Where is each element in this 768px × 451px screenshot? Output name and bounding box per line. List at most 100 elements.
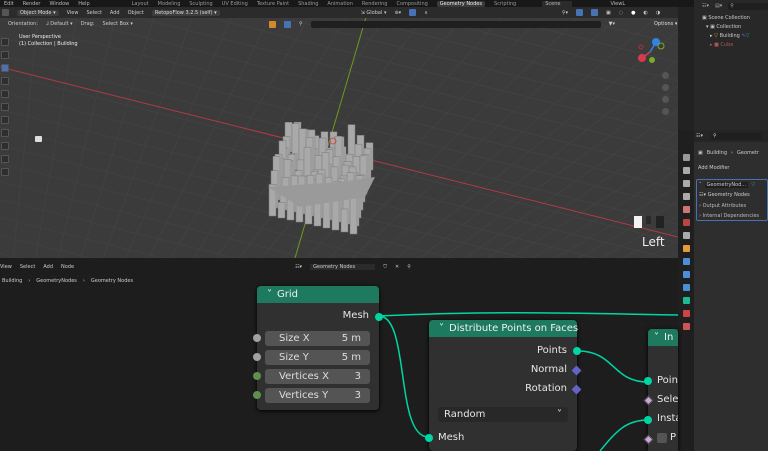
output-tab-icon[interactable] [682, 180, 690, 187]
vertices-y-socket[interactable] [253, 391, 261, 399]
options-button[interactable]: Options ▾ [651, 21, 681, 27]
pivot-icon[interactable]: ⊚▾ [394, 10, 401, 16]
menu-add[interactable]: Add [43, 264, 53, 270]
mesh-input-socket[interactable] [425, 434, 433, 442]
close-icon[interactable]: ✕ [395, 264, 399, 270]
collapse-icon[interactable]: ˅ [267, 289, 272, 300]
tab-rendering[interactable]: Rendering [362, 1, 388, 7]
outliner-item-collection[interactable]: ▾ ▣ Collection [702, 23, 768, 32]
editor-type-icon[interactable] [2, 9, 9, 16]
shading-solid-icon[interactable]: ● [631, 10, 635, 16]
shading-rendered-icon[interactable]: ◑ [656, 10, 660, 16]
modifier-tab-icon[interactable] [682, 258, 690, 265]
node-header[interactable]: ˅ In [648, 329, 678, 346]
tab-uv-editing[interactable]: UV Editing [222, 1, 248, 7]
data-tab-icon[interactable] [682, 297, 690, 304]
tab-modeling[interactable]: Modeling [158, 1, 181, 7]
tab-sculpting[interactable]: Sculpting [189, 1, 212, 7]
pan-icon[interactable] [662, 84, 669, 91]
scale-tool-icon[interactable] [1, 90, 9, 98]
xray-icon[interactable]: ▣ [606, 10, 611, 16]
select-tool-icon[interactable] [1, 38, 9, 46]
scene-selector[interactable]: Scene [542, 0, 573, 7]
display-mode-icon[interactable]: ☷▾ [702, 3, 709, 9]
physics-tab-icon[interactable] [682, 284, 690, 291]
node-header[interactable]: ˅ Grid [257, 286, 379, 303]
size-x-field[interactable]: Size X5 m [265, 331, 370, 346]
tab-layout[interactable]: Layout [132, 1, 149, 7]
tab-animation[interactable]: Animation [327, 1, 353, 7]
pin-icon[interactable]: ⚲ [407, 264, 411, 270]
vertices-x-field[interactable]: Vertices X3 [265, 369, 370, 384]
fake-user-icon[interactable]: ⛉ [383, 264, 387, 270]
instance-input-socket[interactable] [644, 416, 652, 424]
size-y-socket[interactable] [253, 353, 261, 361]
add-cube-tool-icon[interactable] [1, 142, 9, 150]
menu-view[interactable]: View [0, 264, 12, 270]
particles-tab-icon[interactable] [682, 271, 690, 278]
visibility-icon[interactable]: ⚲▾ [562, 10, 568, 16]
drag-selector[interactable]: Select Box ▾ [103, 21, 133, 27]
grid-node[interactable]: ˅ Grid Mesh Size X5 m Size Y5 m Vertices … [253, 286, 383, 410]
collection-tab-icon[interactable] [682, 232, 690, 239]
world-tab-icon[interactable] [682, 219, 690, 226]
shading-wireframe-icon[interactable]: ◌ [619, 10, 623, 16]
mesh-output-socket[interactable] [375, 313, 383, 321]
overlay-toggle-icon[interactable] [591, 9, 599, 16]
node-header[interactable]: ˅ Distribute Points on Faces [429, 320, 578, 337]
points-output-socket[interactable] [573, 347, 581, 355]
editor-type-icon[interactable]: ☷▾ [696, 133, 703, 139]
node-group-selector[interactable]: ☷▾ Geometry Nodes [699, 192, 765, 198]
menu-select[interactable]: Select [86, 10, 101, 16]
orientation-selector[interactable]: ⅃ Default ▾ [46, 21, 73, 27]
material-tab-icon[interactable] [682, 310, 690, 317]
tab-compositing[interactable]: Compositing [396, 1, 427, 7]
vertices-x-socket[interactable] [253, 372, 261, 380]
move-tool-icon[interactable] [1, 64, 9, 72]
menu-edit[interactable]: Edit [4, 1, 14, 7]
tab-shading[interactable]: Shading [298, 1, 318, 7]
viewport-search-input[interactable] [310, 20, 601, 28]
menu-node[interactable]: Node [61, 264, 74, 270]
object-tab-icon[interactable] [682, 245, 690, 252]
size-y-field[interactable]: Size Y5 m [265, 350, 370, 365]
menu-object[interactable]: Object [128, 10, 144, 16]
camera-icon[interactable] [662, 96, 669, 103]
menu-render[interactable]: Render [23, 1, 41, 7]
panel-output-attributes[interactable]: › Output Attributes [699, 203, 765, 209]
view-layer-selector[interactable]: ViewL [610, 1, 625, 7]
distribute-points-node[interactable]: ˅ Distribute Points on Faces Points Norma… [425, 320, 582, 451]
node-tree-selector[interactable]: Geometry Nodes [310, 263, 376, 270]
menu-view[interactable]: View [67, 10, 79, 16]
node-tree-icon[interactable]: ☷▾ [295, 264, 302, 270]
tab-geometry-nodes[interactable]: Geometry Nodes [436, 0, 485, 7]
annotate-tool-icon[interactable] [1, 116, 9, 124]
transform-tool-icon[interactable] [1, 103, 9, 111]
cursor-tool-icon[interactable] [1, 51, 9, 59]
tab-scripting[interactable]: Scripting [494, 1, 516, 7]
filter-icon[interactable]: ▤▾ [715, 3, 722, 9]
extra-tool-icon-2[interactable] [1, 168, 9, 176]
view-layer-tab-icon[interactable] [682, 193, 690, 200]
tab-texture-paint[interactable]: Texture Paint [257, 1, 289, 7]
measure-tool-icon[interactable] [1, 129, 9, 137]
points-input-socket[interactable] [644, 377, 652, 385]
outliner-item-building[interactable]: ▸ ▽ Building ✎▽ [702, 32, 768, 41]
grid-icon[interactable] [662, 108, 669, 115]
3d-viewport[interactable] [0, 7, 678, 258]
texture-tab-icon[interactable] [682, 323, 690, 330]
retopoflow-menu[interactable]: RetopoFlow 3.2.5 (self) ▾ [151, 9, 220, 16]
transform-orientation[interactable]: ⇲ Global ▾ [361, 10, 387, 16]
tool-tab-icon[interactable] [682, 154, 690, 161]
outliner-search-input[interactable]: ⚲ [728, 2, 768, 10]
vertices-y-field[interactable]: Vertices Y3 [265, 388, 370, 403]
zoom-icon[interactable] [662, 72, 669, 79]
menu-select[interactable]: Select [20, 264, 35, 270]
modifier-name-field[interactable]: GeometryNod... [704, 182, 749, 188]
instance-on-points-node[interactable]: ˅In Poin Sele Insta P [643, 329, 678, 451]
outliner-item-scene-collection[interactable]: ▣ Scene Collection [702, 14, 768, 23]
proportional-icon[interactable]: ∧ [424, 10, 428, 16]
pick-instance-checkbox[interactable] [657, 433, 667, 443]
menu-help[interactable]: Help [78, 1, 89, 7]
extra-tool-icon[interactable] [1, 155, 9, 163]
